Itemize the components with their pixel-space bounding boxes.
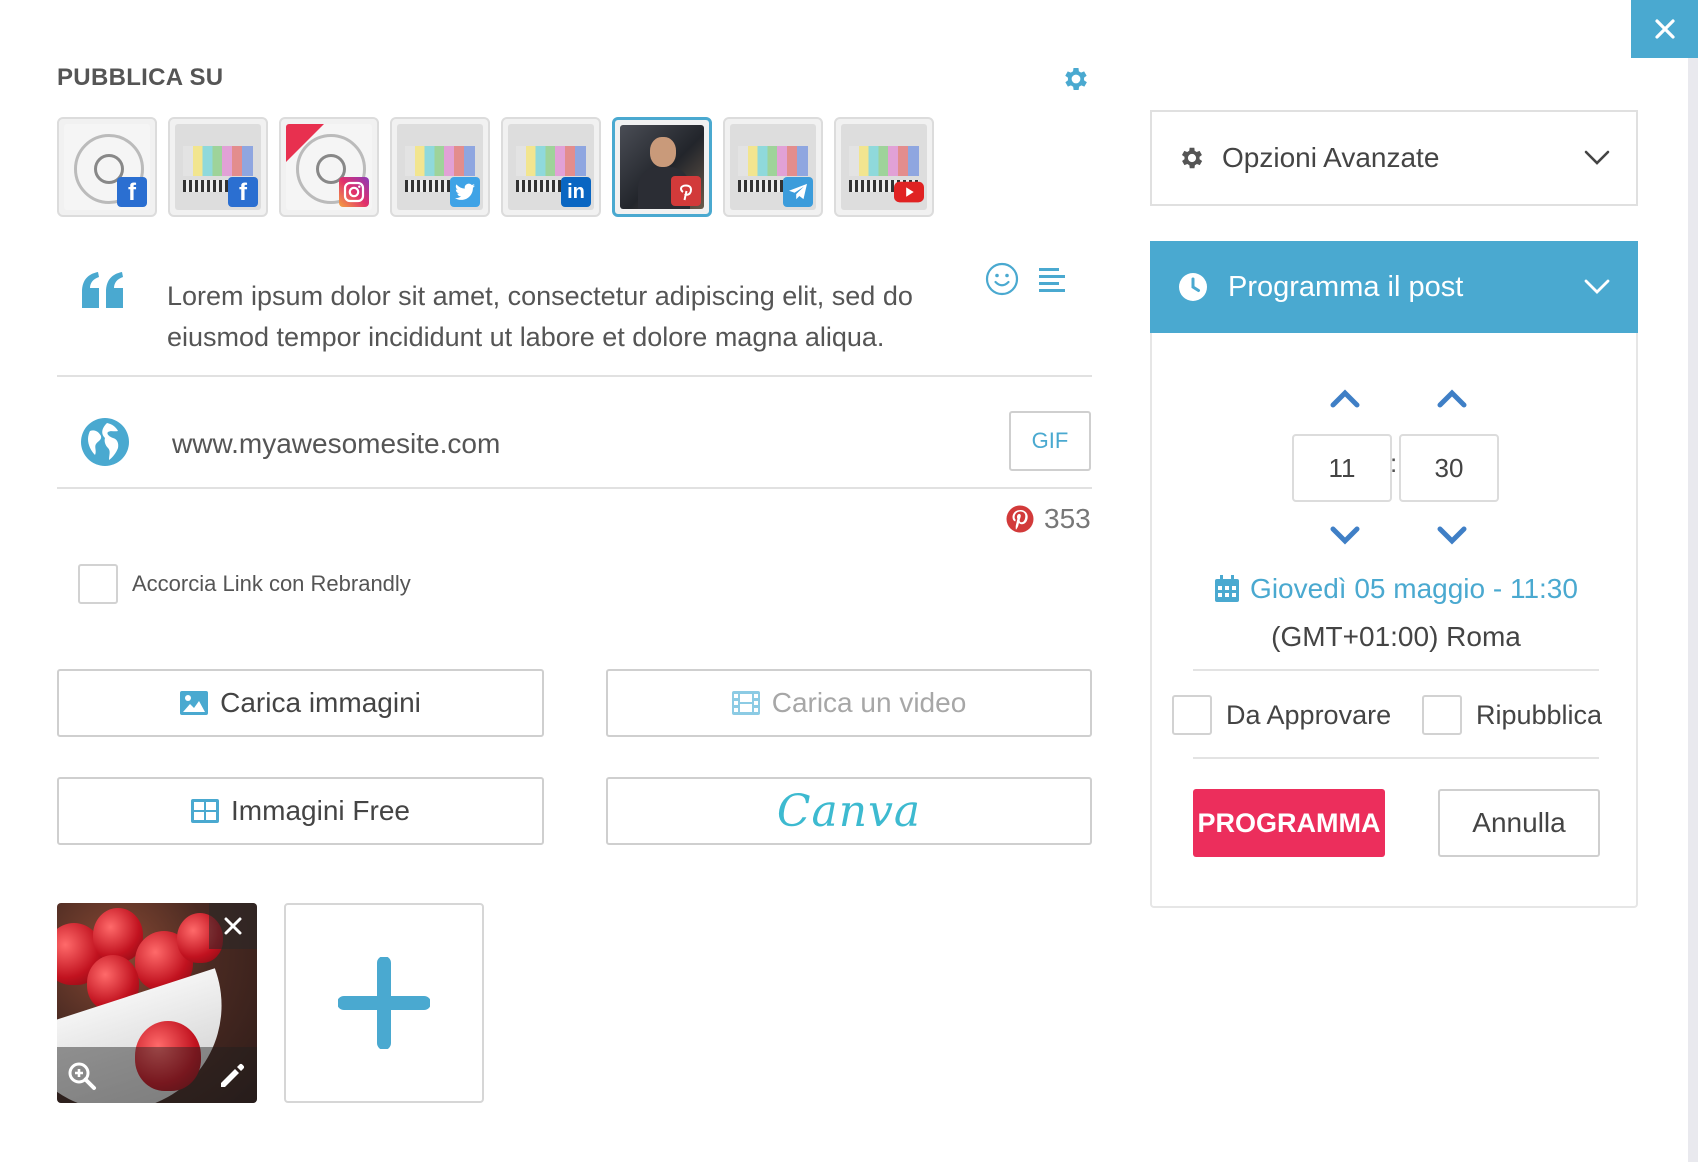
upload-video-button[interactable]: Carica un video bbox=[606, 669, 1092, 737]
close-icon bbox=[224, 917, 242, 935]
approval-checkbox[interactable] bbox=[1172, 695, 1212, 735]
add-media-tile[interactable] bbox=[284, 903, 484, 1103]
close-modal-button[interactable] bbox=[1631, 0, 1698, 58]
grid-icon bbox=[191, 799, 220, 823]
canva-button[interactable]: Canva bbox=[606, 777, 1092, 845]
calendar-icon bbox=[1215, 575, 1240, 602]
schedule-panel: Programma il post 11 : 30 Giovedì 05 mag… bbox=[1150, 241, 1638, 908]
timezone-label: (GMT+01:00) Roma bbox=[1271, 621, 1521, 652]
character-counter: 353 bbox=[1006, 503, 1091, 535]
flash-ribbon bbox=[286, 124, 324, 162]
approval-label: Da Approvare bbox=[1226, 699, 1392, 730]
telegram-icon bbox=[783, 177, 813, 207]
upload-images-button[interactable]: Carica immagini bbox=[57, 669, 544, 737]
shorten-link-option: Accorcia Link con Rebrandly bbox=[78, 564, 411, 604]
hour-up-arrow-icon[interactable] bbox=[1328, 387, 1362, 411]
facebook-icon: f bbox=[228, 177, 258, 207]
minute-down-arrow-icon[interactable] bbox=[1435, 523, 1469, 547]
text-align-icon[interactable] bbox=[1037, 265, 1067, 295]
approval-option: Da Approvare bbox=[1172, 695, 1391, 735]
account-linkedin[interactable]: in bbox=[501, 117, 601, 217]
remove-image-button[interactable] bbox=[209, 903, 257, 949]
account-facebook-1[interactable]: f bbox=[57, 117, 157, 217]
modal-edge bbox=[1688, 0, 1698, 1162]
gif-button[interactable]: GIF bbox=[1009, 411, 1091, 471]
pinterest-icon bbox=[671, 176, 701, 206]
schedule-submit-button[interactable]: PROGRAMMA bbox=[1193, 789, 1385, 857]
advanced-options-dropdown[interactable]: Opzioni Avanzate bbox=[1150, 110, 1638, 206]
gear-icon bbox=[1181, 147, 1203, 169]
image-icon bbox=[180, 691, 209, 715]
account-instagram[interactable] bbox=[279, 117, 379, 217]
film-icon bbox=[731, 691, 760, 715]
hour-down-arrow-icon[interactable] bbox=[1328, 523, 1362, 547]
pinterest-icon bbox=[1006, 505, 1034, 533]
chevron-down-icon bbox=[1584, 150, 1610, 165]
emoji-icon[interactable] bbox=[985, 262, 1019, 296]
canva-logo: Canva bbox=[776, 785, 922, 837]
republish-label: Ripubblica bbox=[1476, 699, 1603, 730]
linkedin-icon: in bbox=[561, 177, 591, 207]
twitter-icon bbox=[450, 177, 480, 207]
instagram-icon bbox=[339, 177, 369, 207]
social-accounts-row: f f in bbox=[57, 117, 934, 217]
post-text[interactable]: Lorem ipsum dolor sit amet, consectetur … bbox=[167, 276, 987, 358]
url-input[interactable] bbox=[172, 424, 902, 464]
scheduled-date-text: Giovedì 05 maggio - 11:30 bbox=[1250, 573, 1578, 604]
account-pinterest[interactable] bbox=[612, 117, 712, 217]
settings-gear-icon[interactable] bbox=[1061, 64, 1091, 94]
schedule-divider bbox=[1193, 757, 1599, 759]
hour-input[interactable]: 11 bbox=[1292, 434, 1392, 502]
scheduled-date[interactable]: Giovedì 05 maggio - 11:30 bbox=[1152, 573, 1640, 605]
character-count-value: 353 bbox=[1044, 503, 1091, 534]
zoom-in-icon[interactable] bbox=[67, 1061, 97, 1091]
account-facebook-2[interactable]: f bbox=[168, 117, 268, 217]
editor-divider bbox=[57, 375, 1092, 377]
uploaded-image-thumbnail[interactable] bbox=[57, 903, 257, 1103]
cancel-button[interactable]: Annulla bbox=[1438, 789, 1600, 857]
chevron-down-icon bbox=[1584, 279, 1610, 294]
shorten-link-label: Accorcia Link con Rebrandly bbox=[132, 571, 411, 596]
account-telegram[interactable] bbox=[723, 117, 823, 217]
account-youtube[interactable] bbox=[834, 117, 934, 217]
youtube-icon bbox=[894, 177, 924, 207]
upload-video-label: Carica un video bbox=[771, 687, 967, 718]
schedule-divider bbox=[1193, 669, 1599, 671]
minute-up-arrow-icon[interactable] bbox=[1435, 387, 1469, 411]
quote-icon bbox=[82, 272, 123, 308]
account-twitter[interactable] bbox=[390, 117, 490, 217]
schedule-header[interactable]: Programma il post bbox=[1150, 241, 1638, 333]
upload-images-label: Carica immagini bbox=[220, 687, 421, 718]
shorten-link-checkbox[interactable] bbox=[78, 564, 118, 604]
url-divider bbox=[57, 487, 1092, 489]
publish-on-title: PUBBLICA SU bbox=[57, 64, 224, 91]
republish-checkbox[interactable] bbox=[1422, 695, 1462, 735]
schedule-title: Programma il post bbox=[1228, 270, 1464, 303]
advanced-options-label: Opzioni Avanzate bbox=[1222, 142, 1440, 173]
minute-input[interactable]: 30 bbox=[1399, 434, 1499, 502]
plus-icon bbox=[338, 957, 430, 1049]
republish-option: Ripubblica bbox=[1422, 695, 1602, 735]
globe-icon bbox=[81, 418, 129, 466]
facebook-icon: f bbox=[117, 177, 147, 207]
close-icon bbox=[1654, 19, 1675, 39]
time-separator: : bbox=[1390, 448, 1398, 478]
edit-pencil-icon[interactable] bbox=[217, 1061, 247, 1091]
clock-icon bbox=[1179, 273, 1207, 301]
free-images-label: Immagini Free bbox=[231, 795, 410, 826]
free-images-button[interactable]: Immagini Free bbox=[57, 777, 544, 845]
